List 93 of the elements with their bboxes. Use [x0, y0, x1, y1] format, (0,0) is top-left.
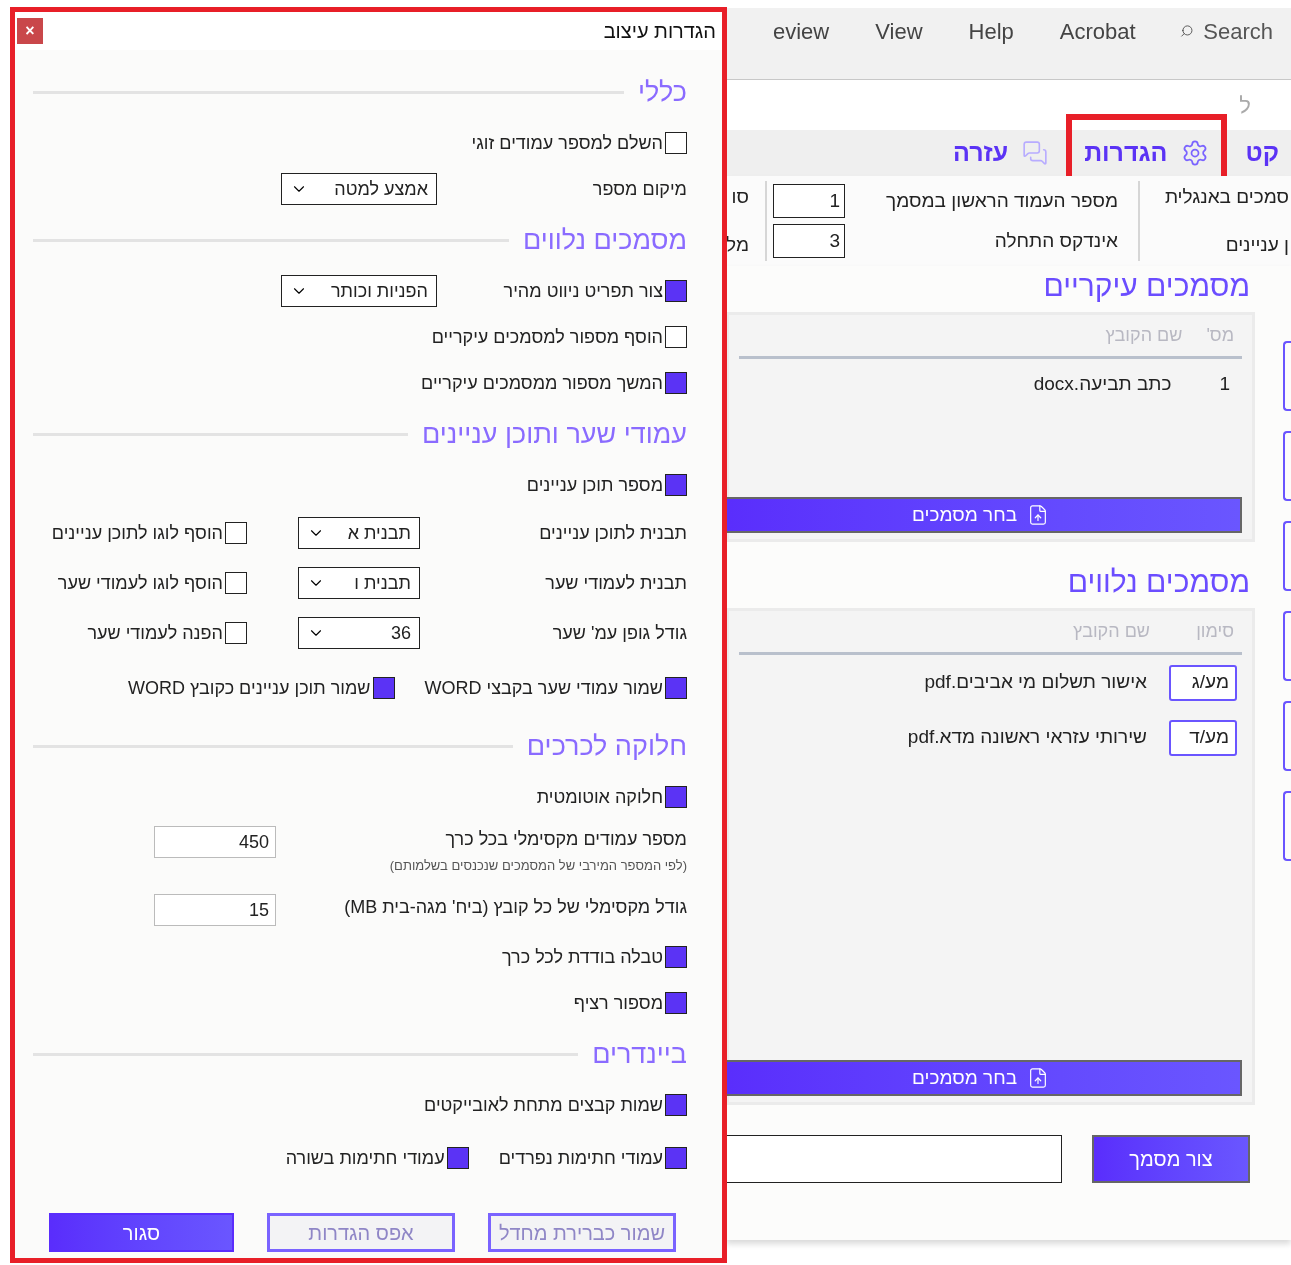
option-label: סמכים באנגלית — [1163, 184, 1289, 209]
search-button[interactable]: Search — [1203, 14, 1273, 48]
dropdown[interactable]: 36 — [298, 617, 420, 649]
menu-item[interactable]: View — [875, 14, 923, 48]
text-field[interactable] — [727, 1135, 1062, 1183]
choose-files-button[interactable]: בחר מסמכים — [727, 497, 1242, 533]
number-field[interactable]: 15 — [154, 894, 276, 926]
dropdown[interactable]: תבנית ו — [298, 567, 420, 599]
dropdown[interactable]: אמצע למטה — [281, 173, 437, 205]
checkbox[interactable] — [225, 572, 247, 594]
mark-field[interactable]: מע/ג — [1169, 664, 1237, 701]
side-button[interactable] — [1283, 431, 1291, 501]
field-label: גודל גופן עמ' שער — [551, 621, 687, 645]
help-tab[interactable]: עזרה — [953, 134, 1009, 172]
field-label: תבנית לעמודי שער — [544, 571, 687, 595]
checkbox[interactable] — [665, 992, 687, 1014]
side-button[interactable] — [1283, 701, 1291, 771]
section-heading: מסמכים נלווים — [522, 223, 687, 257]
dialog-title: הגדרות עיצוב — [603, 19, 716, 44]
checkbox[interactable] — [665, 372, 687, 394]
checkbox-label: הוסף לוגו לעמודי שער — [57, 571, 223, 595]
checkbox[interactable] — [665, 786, 687, 808]
section-heading: מסמכים עיקריים — [1043, 268, 1250, 304]
side-button[interactable] — [1283, 521, 1291, 591]
option-label: ן עניינים — [1224, 233, 1289, 257]
menu-item[interactable]: eview — [773, 14, 830, 48]
checkbox-label: שמות קבצים מתחת לאובייקטים — [424, 1093, 663, 1117]
checkbox[interactable] — [665, 280, 687, 302]
checkbox[interactable] — [665, 946, 687, 968]
close-button[interactable]: × — [17, 18, 43, 44]
option-label: מל — [727, 233, 749, 257]
number-field[interactable]: 450 — [154, 826, 276, 858]
checkbox[interactable] — [665, 677, 687, 699]
column-header: שם הקובץ — [1105, 324, 1183, 347]
column-header: שם הקובץ — [1073, 620, 1150, 643]
checkbox-label: שמור תוכן עניינים כקובץ WORD — [127, 676, 371, 700]
checkbox-label: מספור רציף — [573, 991, 663, 1015]
chat-icon — [1022, 140, 1049, 166]
checkbox-label: עמודי חתימות נפרדים — [498, 1146, 663, 1170]
checkbox-label: מספר תוכן עניינים — [526, 473, 663, 497]
checkbox-label: השלם למספר עמודים זוגי — [471, 131, 663, 155]
mark-field[interactable]: מע/ד — [1169, 719, 1237, 756]
number-field[interactable]: 1 — [773, 184, 845, 218]
close-dialog-button[interactable]: סגור — [49, 1213, 234, 1252]
section-heading: עמודי שער ותוכן עניינים — [421, 417, 687, 451]
checkbox-label: צור תפריט ניווט מהיר — [503, 279, 663, 303]
side-button[interactable] — [1283, 791, 1291, 861]
checkbox-label: טבלה בודדת לכל כרך — [502, 945, 663, 969]
section-heading: מסמכים נלווים — [1067, 564, 1250, 600]
field-label: גודל מקסימלי של כל קובץ (ביח' מגה-בית MB) — [344, 896, 687, 919]
menu-item[interactable]: Help — [968, 14, 1014, 48]
checkbox-label: הוסף מספור למסמכים עיקריים — [431, 325, 663, 349]
checkbox[interactable] — [372, 677, 395, 699]
option-label: סו — [730, 184, 749, 209]
ribbon-tab[interactable]: קט — [1245, 134, 1279, 172]
field-label: תבנית לתוכן עניינים — [538, 521, 687, 545]
field-label: מספר עמודים מקסימלי בכל כרך — [445, 828, 687, 851]
field-label: מספר העמוד הראשון במסמך — [886, 188, 1118, 213]
hint-text: (לפי המספר המירבי של המסמכים שנכנסים בשלמותם) — [389, 857, 687, 875]
side-button[interactable] — [1283, 341, 1291, 411]
checkbox-label: עמודי חתימות בשורה — [285, 1146, 445, 1170]
checkbox[interactable] — [446, 1147, 469, 1169]
number-field[interactable]: 3 — [773, 224, 845, 258]
checkbox[interactable] — [665, 132, 687, 154]
header-text: ל — [1239, 91, 1251, 120]
section-heading: כללי — [638, 75, 687, 109]
checkbox-label: הפנה לעמודי שער — [87, 621, 223, 645]
checkbox[interactable] — [665, 1094, 687, 1116]
dropdown[interactable]: תבנית א — [298, 517, 420, 549]
checkbox[interactable] — [665, 474, 687, 496]
side-button[interactable] — [1283, 611, 1291, 681]
checkbox-label: חלוקה אוטומטית — [536, 785, 663, 809]
checkbox[interactable] — [225, 522, 247, 544]
create-document-button[interactable]: צור מסמך — [1092, 1135, 1250, 1183]
table-cell-text: שירותי עזראי ראשונה מדא.pdf — [907, 725, 1147, 750]
section-heading: ביינדרים — [592, 1037, 687, 1071]
checkbox-label: הוסף לוגו לתוכן עניינים — [51, 521, 223, 545]
section-heading: חלוקה לכרכים — [526, 729, 687, 763]
checkbox[interactable] — [225, 622, 247, 644]
field-label: מיקום מספר — [591, 177, 687, 201]
column-header: סימון — [1195, 620, 1234, 643]
checkbox[interactable] — [665, 326, 687, 348]
menu-item[interactable]: Acrobat — [1059, 14, 1136, 48]
checkbox[interactable] — [665, 1147, 687, 1169]
checkbox-label: שמור עמודי שער בקבצי WORD — [424, 676, 663, 700]
dropdown[interactable]: הפניות וכותר — [281, 275, 437, 307]
table-cell-text: כתב תביעה.docx — [1033, 371, 1172, 396]
column-header: מס' — [1206, 324, 1234, 347]
field-label: אינדקס התחלה — [994, 228, 1118, 253]
checkbox-label: המשך מספור ממסמכים עיקריים — [421, 371, 663, 395]
table-cell-text: 1 — [1219, 371, 1230, 396]
table-cell-text: אישור תשלום מי אביבים.pdf — [924, 670, 1147, 695]
choose-files-button[interactable]: בחר מסמכים — [727, 1060, 1242, 1096]
